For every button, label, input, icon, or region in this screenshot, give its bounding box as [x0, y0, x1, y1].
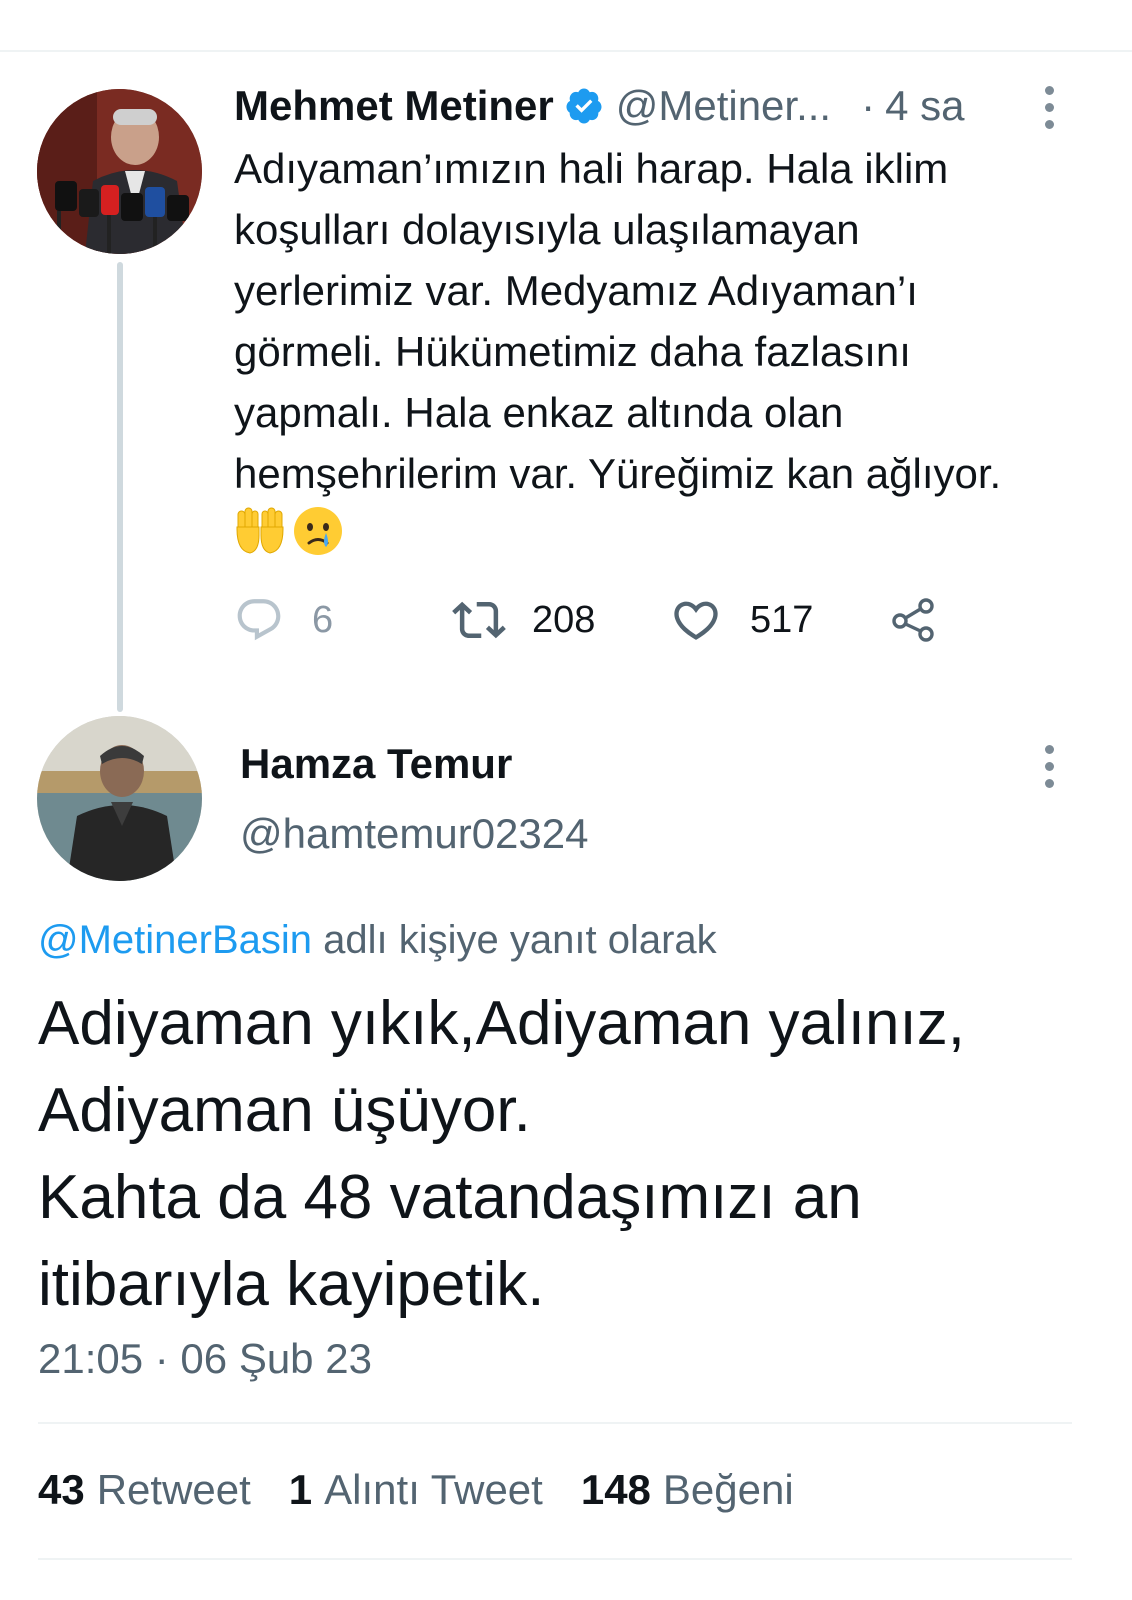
tweet-time[interactable]: 4 sa	[885, 82, 964, 130]
reply-count: 6	[312, 598, 334, 641]
avatar-hamza-temur[interactable]	[37, 716, 202, 881]
author-name[interactable]: Hamza Temur	[240, 740, 512, 788]
avatar-photo	[37, 89, 202, 254]
bottom-divider	[38, 1558, 1072, 1560]
author-handle[interactable]: @Metiner...	[616, 82, 831, 130]
tweet1-emojis	[234, 505, 344, 557]
quotes-label: Alıntı Tweet	[324, 1466, 543, 1513]
quotes-number: 1	[288, 1466, 313, 1513]
retweets-number: 43	[38, 1466, 85, 1513]
likes-stat[interactable]: 148 Beğeni	[581, 1466, 794, 1514]
retweet-button[interactable]: 208	[452, 590, 595, 650]
thread-connector-line	[117, 262, 123, 712]
tweet1-text: Adıyaman’ımızın hali harap. Hala iklim k…	[234, 145, 1002, 497]
reply-to-label: adlı kişiye yanıt olarak	[312, 918, 717, 962]
author-name[interactable]: Mehmet Metiner	[234, 82, 554, 130]
more-options-icon[interactable]	[1042, 745, 1056, 788]
top-divider	[0, 50, 1132, 52]
reply-context: @MetinerBasin adlı kişiye yanıt olarak	[38, 918, 717, 963]
reply-button[interactable]: 6	[234, 590, 333, 650]
retweets-label: Retweet	[96, 1466, 251, 1513]
engagement-stats: 43 Retweet 1 Alıntı Tweet 148 Beğeni	[38, 1466, 794, 1514]
more-options-icon[interactable]	[1042, 86, 1056, 129]
tweet-timestamp[interactable]: 21:05 · 06 Şub 23	[38, 1335, 372, 1383]
raised-hands-icon	[236, 507, 284, 554]
stats-divider	[38, 1422, 1072, 1424]
separator-dot: ·	[861, 82, 876, 129]
tweet2-text: Adiyaman yıkık,Adiyaman yalınız, Adiyama…	[38, 989, 965, 1319]
heart-icon	[674, 601, 718, 640]
verified-badge-icon	[566, 88, 602, 124]
retweet-icon	[452, 601, 506, 639]
like-button[interactable]: 517	[670, 590, 813, 650]
retweets-stat[interactable]: 43 Retweet	[38, 1466, 251, 1514]
reply-icon	[237, 599, 281, 641]
like-count: 517	[750, 598, 814, 641]
share-icon	[892, 598, 934, 642]
author-handle[interactable]: @hamtemur02324	[240, 810, 589, 858]
avatar-photo	[37, 716, 202, 881]
crying-face-icon	[294, 507, 342, 555]
tweet1-header: Mehmet Metiner @Metiner... · 4 sa	[234, 80, 964, 132]
avatar-mehmet-metiner[interactable]	[37, 89, 202, 254]
reply-to-mention-link[interactable]: @MetinerBasin	[38, 918, 312, 962]
likes-number: 148	[580, 1466, 651, 1513]
likes-label: Beğeni	[662, 1466, 794, 1513]
quotes-stat[interactable]: 1 Alıntı Tweet	[289, 1466, 543, 1514]
share-button[interactable]	[888, 590, 940, 650]
retweet-count: 208	[532, 598, 596, 641]
